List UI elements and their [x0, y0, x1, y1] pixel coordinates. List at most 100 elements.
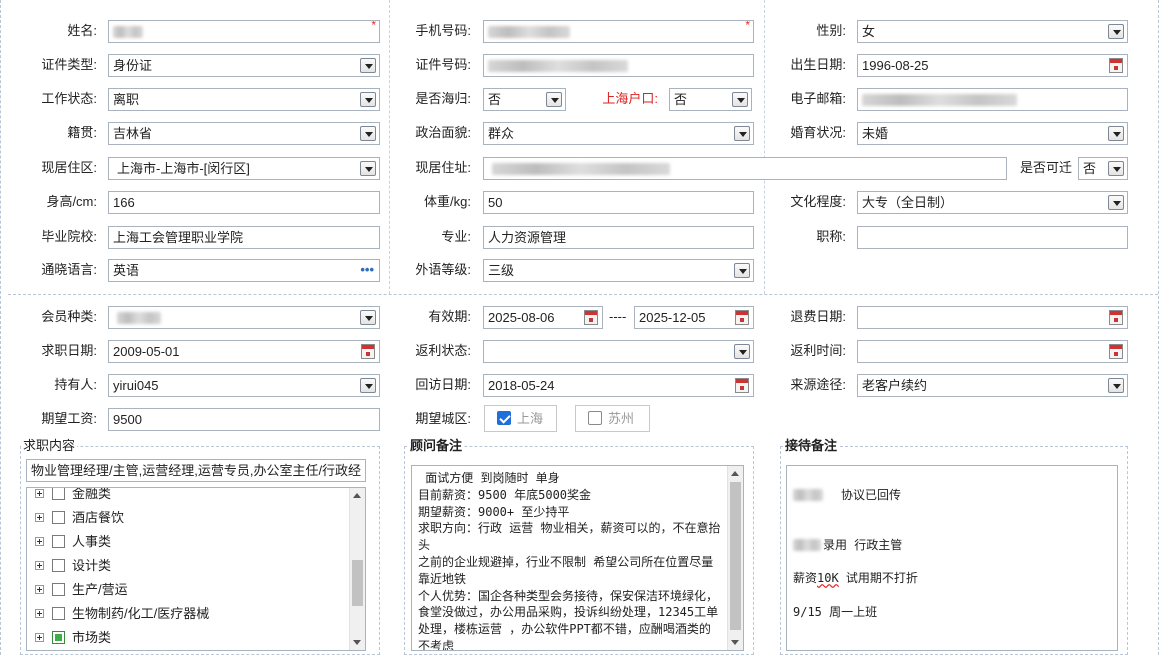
- chevron-down-icon[interactable]: [734, 263, 750, 278]
- chevron-down-icon[interactable]: [360, 92, 376, 107]
- chevron-down-icon[interactable]: [360, 161, 376, 176]
- chevron-down-icon[interactable]: [1108, 24, 1124, 39]
- chevron-down-icon[interactable]: [734, 126, 750, 141]
- chevron-down-icon[interactable]: [734, 344, 750, 359]
- chevron-down-icon[interactable]: [360, 378, 376, 393]
- checkbox-icon[interactable]: [52, 535, 65, 548]
- email-field[interactable]: [857, 88, 1128, 111]
- address-field[interactable]: [483, 157, 1007, 180]
- weight-field[interactable]: 50: [483, 191, 754, 214]
- chevron-down-icon[interactable]: [546, 92, 562, 107]
- checkbox-icon[interactable]: [52, 607, 65, 620]
- checkbox-icon[interactable]: [52, 488, 65, 500]
- member-type-select[interactable]: [108, 306, 380, 329]
- political-select[interactable]: 群众: [483, 122, 754, 145]
- title-field[interactable]: [857, 226, 1128, 249]
- tree-item[interactable]: 设计类: [35, 554, 111, 578]
- native-select[interactable]: 吉林省: [108, 122, 380, 145]
- calendar-icon[interactable]: [1109, 58, 1123, 73]
- column-divider: [764, 0, 765, 294]
- birth-date-field[interactable]: 1996-08-25: [857, 54, 1128, 77]
- holder-value: yirui045: [113, 378, 159, 393]
- scroll-up-icon[interactable]: [353, 493, 361, 498]
- sh-hukou-select[interactable]: 否: [669, 88, 752, 111]
- reception-notes-textarea[interactable]: 协议已回传 录用 行政主管 薪资10K 试用期不打折 9/15 周一上班: [786, 465, 1118, 651]
- salary-field[interactable]: 9500: [108, 408, 380, 431]
- education-select[interactable]: 大专（全日制）: [857, 191, 1128, 214]
- note-line: 9/15 周一上班: [793, 604, 878, 619]
- chevron-down-icon[interactable]: [360, 58, 376, 73]
- chevron-down-icon[interactable]: [732, 92, 748, 107]
- valid-to-field[interactable]: 2025-12-05: [634, 306, 754, 329]
- more-icon[interactable]: •••: [360, 261, 374, 279]
- expand-icon[interactable]: [35, 561, 44, 570]
- checkbox-icon[interactable]: [52, 583, 65, 596]
- major-field[interactable]: 人力资源管理: [483, 226, 754, 249]
- calendar-icon[interactable]: [1109, 310, 1123, 325]
- chevron-down-icon[interactable]: [360, 310, 376, 325]
- checkbox-icon[interactable]: [52, 511, 65, 524]
- calendar-icon[interactable]: [584, 310, 598, 325]
- chevron-down-icon[interactable]: [1108, 161, 1124, 176]
- calendar-icon[interactable]: [735, 378, 749, 393]
- id-no-field[interactable]: [483, 54, 754, 77]
- note-line: 录用 行政主管: [793, 537, 1111, 554]
- refund-date-field[interactable]: [857, 306, 1128, 329]
- source-select[interactable]: 老客户续约: [857, 374, 1128, 397]
- visit-date-field[interactable]: 2018-05-24: [483, 374, 754, 397]
- phone-field[interactable]: *: [483, 20, 754, 43]
- expand-icon[interactable]: [35, 489, 44, 498]
- calendar-icon[interactable]: [1109, 344, 1123, 359]
- tree-item[interactable]: 生物制药/化工/医疗器械: [35, 602, 209, 626]
- relocate-select[interactable]: 否: [1078, 157, 1128, 180]
- rebate-time-field[interactable]: [857, 340, 1128, 363]
- id-type-select[interactable]: 身份证: [108, 54, 380, 77]
- tree-item[interactable]: 人事类: [35, 530, 111, 554]
- school-field[interactable]: 上海工会管理职业学院: [108, 226, 380, 249]
- calendar-icon[interactable]: [361, 344, 375, 359]
- returnee-select[interactable]: 否: [483, 88, 566, 111]
- language-field[interactable]: 英语 •••: [108, 259, 380, 282]
- city-option-suzhou[interactable]: 苏州: [575, 405, 650, 432]
- tree-item[interactable]: 生产/营运: [35, 578, 128, 602]
- calendar-icon[interactable]: [735, 310, 749, 325]
- expand-icon[interactable]: [35, 537, 44, 546]
- marital-select[interactable]: 未婚: [857, 122, 1128, 145]
- scroll-up-icon[interactable]: [731, 471, 739, 476]
- expand-icon[interactable]: [35, 513, 44, 522]
- gender-select[interactable]: 女: [857, 20, 1128, 43]
- job-summary-field[interactable]: 物业管理经理/主管,运营经理,运营专员,办公室主任/行政经: [26, 459, 366, 482]
- work-status-select[interactable]: 离职: [108, 88, 380, 111]
- tree-item[interactable]: 市场类: [35, 626, 111, 650]
- expand-icon[interactable]: [35, 609, 44, 618]
- chevron-down-icon[interactable]: [1108, 378, 1124, 393]
- expand-icon[interactable]: [35, 633, 44, 642]
- scroll-down-icon[interactable]: [353, 640, 361, 645]
- chevron-down-icon[interactable]: [1108, 195, 1124, 210]
- rebate-status-select[interactable]: [483, 340, 754, 363]
- checkbox-checked-icon[interactable]: [497, 411, 511, 425]
- tree-scrollbar[interactable]: [349, 488, 365, 650]
- tree-item[interactable]: 金融类: [35, 488, 111, 506]
- lang-level-select[interactable]: 三级: [483, 259, 754, 282]
- district-select[interactable]: 上海市-上海市-[闵行区]: [108, 157, 380, 180]
- consultant-notes-textarea[interactable]: 面试方便 到岗随时 单身 目前薪资：9500 年底5000奖金 期望薪资：9000+…: [411, 465, 744, 651]
- job-date-field[interactable]: 2009-05-01: [108, 340, 380, 363]
- chevron-down-icon[interactable]: [1108, 126, 1124, 141]
- notes-scrollbar[interactable]: [727, 466, 743, 650]
- scroll-thumb[interactable]: [730, 482, 741, 630]
- scroll-down-icon[interactable]: [731, 640, 739, 645]
- holder-select[interactable]: yirui045: [108, 374, 380, 397]
- city-option-shanghai[interactable]: 上海: [484, 405, 557, 432]
- chevron-down-icon[interactable]: [360, 126, 376, 141]
- scroll-thumb[interactable]: [352, 560, 363, 606]
- valid-from-field[interactable]: 2025-08-06: [483, 306, 603, 329]
- expand-icon[interactable]: [35, 585, 44, 594]
- tree-item[interactable]: 酒店餐饮: [35, 506, 124, 530]
- name-field[interactable]: *: [108, 20, 380, 43]
- height-field[interactable]: 166: [108, 191, 380, 214]
- job-category-tree[interactable]: 金融类 酒店餐饮 人事类 设计类 生产/营运 生物制药/化工/医疗器械 市场类: [26, 487, 366, 651]
- checkbox-icon[interactable]: [588, 411, 602, 425]
- checkbox-icon[interactable]: [52, 559, 65, 572]
- checkbox-checked-icon[interactable]: [52, 631, 65, 644]
